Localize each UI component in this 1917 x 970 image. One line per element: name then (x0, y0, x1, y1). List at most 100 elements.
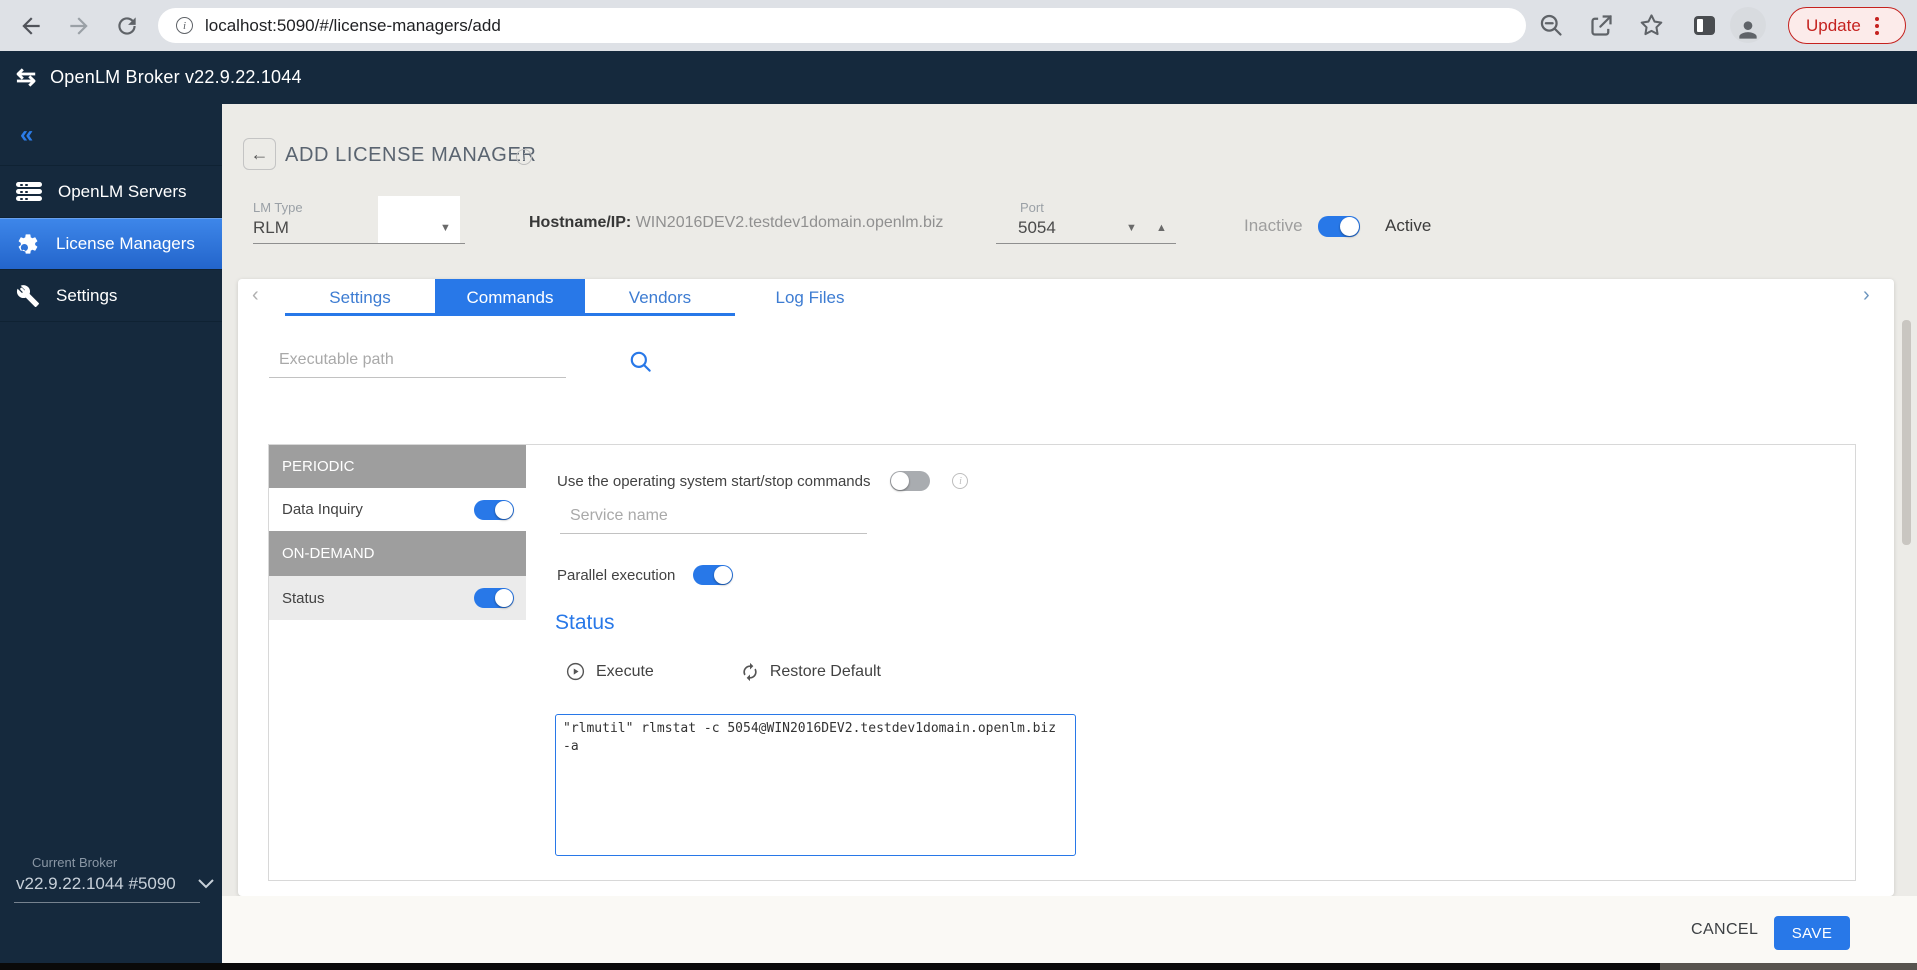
inactive-label: Inactive (1244, 216, 1303, 236)
page-title: ADD LICENSE MANAGER (285, 144, 536, 167)
parallel-execution-row: Parallel execution (557, 565, 733, 585)
command-row-status[interactable]: Status (269, 576, 526, 620)
group-header-periodic: PERIODIC (269, 445, 526, 488)
command-groups: PERIODIC Data Inquiry ON-DEMAND Status (269, 445, 526, 620)
sync-icon (740, 662, 760, 682)
lm-type-caret-down-icon[interactable]: ▼ (440, 222, 451, 234)
app-header: ⇆ OpenLM Broker v22.9.22.1044 (0, 51, 1917, 104)
divider (14, 902, 200, 903)
os-commands-info-icon[interactable]: i (952, 473, 968, 489)
zoom-out-icon[interactable] (1538, 12, 1565, 39)
sidebar-item-label: Settings (56, 286, 117, 306)
sidebar-collapse-button[interactable]: « (0, 104, 222, 166)
active-state-toggle[interactable] (1318, 216, 1360, 237)
service-name-input[interactable] (560, 507, 867, 534)
hostname-value[interactable]: WIN2016DEV2.testdev1domain.openlm.biz (636, 214, 944, 231)
gear-icon (16, 232, 40, 256)
browser-back-icon[interactable] (18, 13, 44, 39)
hostname-field: Hostname/IP: WIN2016DEV2.testdev1domain.… (529, 214, 943, 232)
os-commands-toggle[interactable] (890, 471, 930, 491)
execute-button[interactable]: Execute (565, 661, 654, 682)
tab-log-files[interactable]: Log Files (735, 279, 885, 316)
os-commands-row: Use the operating system start/stop comm… (557, 471, 968, 491)
app-title: OpenLM Broker v22.9.22.1044 (50, 67, 302, 88)
scrollbar-thumb[interactable] (1902, 320, 1911, 545)
tab-vendors[interactable]: Vendors (585, 279, 735, 316)
openlm-logo-icon: ⇆ (16, 66, 36, 90)
chevron-down-icon (198, 879, 214, 889)
update-label: Update (1806, 16, 1861, 36)
search-icon[interactable] (628, 349, 654, 375)
execute-label: Execute (596, 663, 654, 681)
sidebar-item-openlm-servers[interactable]: OpenLM Servers (0, 166, 222, 218)
tab-indicator (285, 313, 735, 316)
current-broker-select[interactable]: v22.9.22.1044 #5090 (16, 874, 222, 894)
port-value[interactable]: 5054 (1018, 218, 1056, 238)
sidebar: « OpenLM Servers License Managers Settin… (0, 104, 222, 963)
command-label: Status (282, 590, 325, 607)
executable-path-input[interactable] (269, 351, 566, 378)
status-toggle[interactable] (474, 588, 514, 608)
port-caret-down-icon[interactable]: ▼ (1126, 222, 1137, 234)
current-broker-block: Current Broker v22.9.22.1044 #5090 (0, 855, 222, 903)
current-broker-label: Current Broker (32, 855, 222, 870)
parallel-execution-label: Parallel execution (557, 567, 675, 584)
sidebar-item-label: License Managers (56, 234, 195, 254)
restore-default-button[interactable]: Restore Default (740, 662, 881, 682)
status-section-title: Status (555, 611, 615, 635)
data-inquiry-toggle[interactable] (474, 500, 514, 520)
license-manager-card: ‹ Settings Commands Vendors Log Files › … (238, 279, 1894, 896)
back-arrow-icon: ← (251, 144, 269, 165)
back-button[interactable]: ← (243, 138, 276, 170)
tabs-scroll-right-icon[interactable]: › (1863, 284, 1870, 307)
lm-type-underline (253, 243, 465, 244)
play-circle-icon (565, 661, 586, 682)
browser-update-button[interactable]: Update (1788, 7, 1906, 44)
browser-reload-icon[interactable] (114, 13, 140, 39)
browser-forward-icon[interactable] (66, 13, 92, 39)
group-header-on-demand: ON-DEMAND (269, 531, 526, 576)
bookmark-star-icon[interactable] (1638, 12, 1665, 39)
footer-bar: CANCEL SAVE (222, 896, 1917, 963)
command-actions: Execute Restore Default (565, 661, 881, 682)
servers-icon (16, 182, 42, 201)
bottom-edge-right (1660, 963, 1917, 970)
restore-default-label: Restore Default (770, 663, 881, 681)
port-caret-up-icon[interactable]: ▲ (1156, 222, 1167, 234)
sidebar-item-license-managers[interactable]: License Managers (0, 218, 222, 270)
command-label: Data Inquiry (282, 501, 363, 518)
lm-type-select-background (378, 196, 460, 243)
url-text[interactable]: localhost:5090/#/license-managers/add (205, 16, 501, 36)
bottom-edge (0, 963, 1917, 970)
site-info-icon[interactable]: i (176, 17, 193, 34)
command-row-data-inquiry[interactable]: Data Inquiry (269, 488, 526, 531)
collapse-icon: « (20, 121, 33, 149)
page-title-info-icon[interactable]: i (516, 149, 532, 165)
address-bar[interactable]: i localhost:5090/#/license-managers/add (158, 8, 1526, 43)
share-icon[interactable] (1588, 12, 1615, 39)
browser-toolbar: i localhost:5090/#/license-managers/add … (0, 0, 1917, 51)
main-content: ← ADD LICENSE MANAGER i LM Type RLM ▼ Ho… (222, 104, 1917, 963)
command-textarea[interactable]: "rlmutil" rlmstat -c 5054@WIN2016DEV2.te… (555, 714, 1076, 856)
lm-type-label: LM Type (253, 200, 303, 215)
screen: i localhost:5090/#/license-managers/add … (0, 0, 1917, 970)
tabs-scroll-left-icon[interactable]: ‹ (252, 284, 259, 307)
parallel-execution-toggle[interactable] (693, 565, 733, 585)
tools-icon (16, 284, 40, 308)
commands-panel: PERIODIC Data Inquiry ON-DEMAND Status U… (268, 444, 1856, 881)
current-broker-value: v22.9.22.1044 #5090 (16, 874, 176, 894)
port-underline (996, 243, 1176, 244)
cancel-button[interactable]: CANCEL (1691, 896, 1758, 963)
browser-profile-avatar[interactable] (1730, 7, 1766, 43)
sidebar-item-settings[interactable]: Settings (0, 270, 222, 322)
split-view-icon[interactable] (1694, 16, 1715, 35)
port-label: Port (1020, 200, 1044, 215)
lm-type-value[interactable]: RLM (253, 218, 289, 238)
person-icon (1735, 17, 1761, 43)
tab-settings[interactable]: Settings (285, 279, 435, 316)
browser-menu-icon[interactable] (1875, 17, 1879, 35)
save-button[interactable]: SAVE (1774, 916, 1850, 950)
active-label: Active (1385, 216, 1431, 236)
tab-commands[interactable]: Commands (435, 279, 585, 316)
hostname-label: Hostname/IP: (529, 214, 631, 231)
